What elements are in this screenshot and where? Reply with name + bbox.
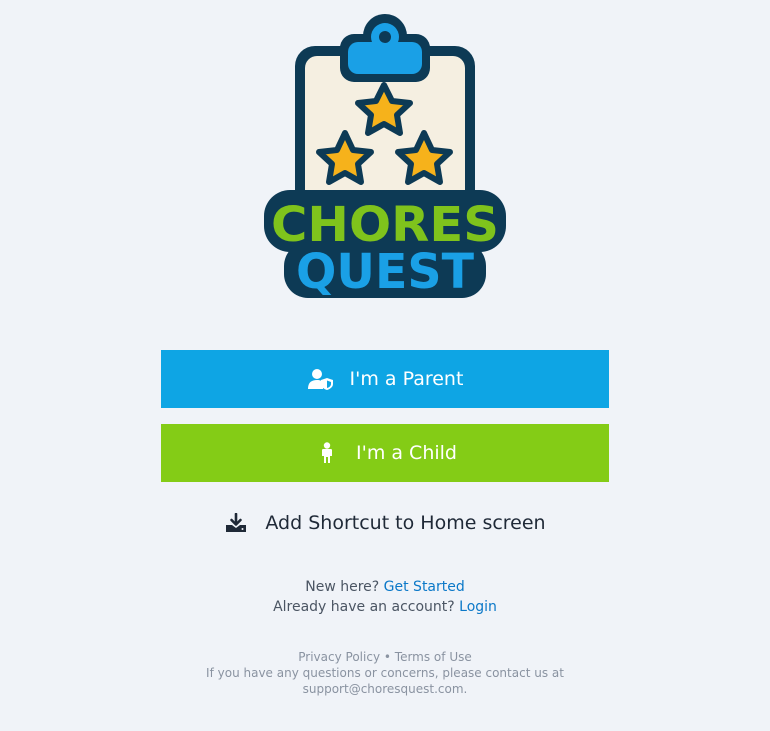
add-shortcut-button[interactable]: Add Shortcut to Home screen [0, 507, 770, 539]
login-link[interactable]: Login [459, 599, 497, 615]
new-here-line: New here? Get Started [0, 579, 770, 595]
have-account-text: Already have an account? [273, 599, 455, 615]
download-icon [224, 511, 248, 535]
have-account-line: Already have an account? Login [0, 599, 770, 615]
parent-button-label: I'm a Parent [349, 368, 464, 390]
terms-of-use-link[interactable]: Terms of Use [395, 650, 472, 664]
contact-text: If you have any questions or concerns, p… [206, 666, 564, 680]
child-button[interactable]: I'm a Child [161, 424, 609, 482]
logo-quest-text: QUEST [296, 244, 474, 300]
privacy-policy-link[interactable]: Privacy Policy [298, 650, 380, 664]
child-icon [313, 441, 341, 465]
support-email: support@choresquest.com. [302, 682, 468, 696]
chores-quest-logo: CHORES QUEST [250, 12, 520, 304]
new-here-text: New here? [305, 579, 380, 595]
add-shortcut-label: Add Shortcut to Home screen [265, 512, 546, 534]
get-started-link[interactable]: Get Started [384, 579, 465, 595]
footer-separator: • [383, 650, 391, 664]
parent-button[interactable]: I'm a Parent [161, 350, 609, 408]
footer-links: Privacy Policy • Terms of Use [0, 650, 770, 664]
child-button-label: I'm a Child [356, 442, 457, 464]
parent-shield-icon [307, 367, 335, 391]
